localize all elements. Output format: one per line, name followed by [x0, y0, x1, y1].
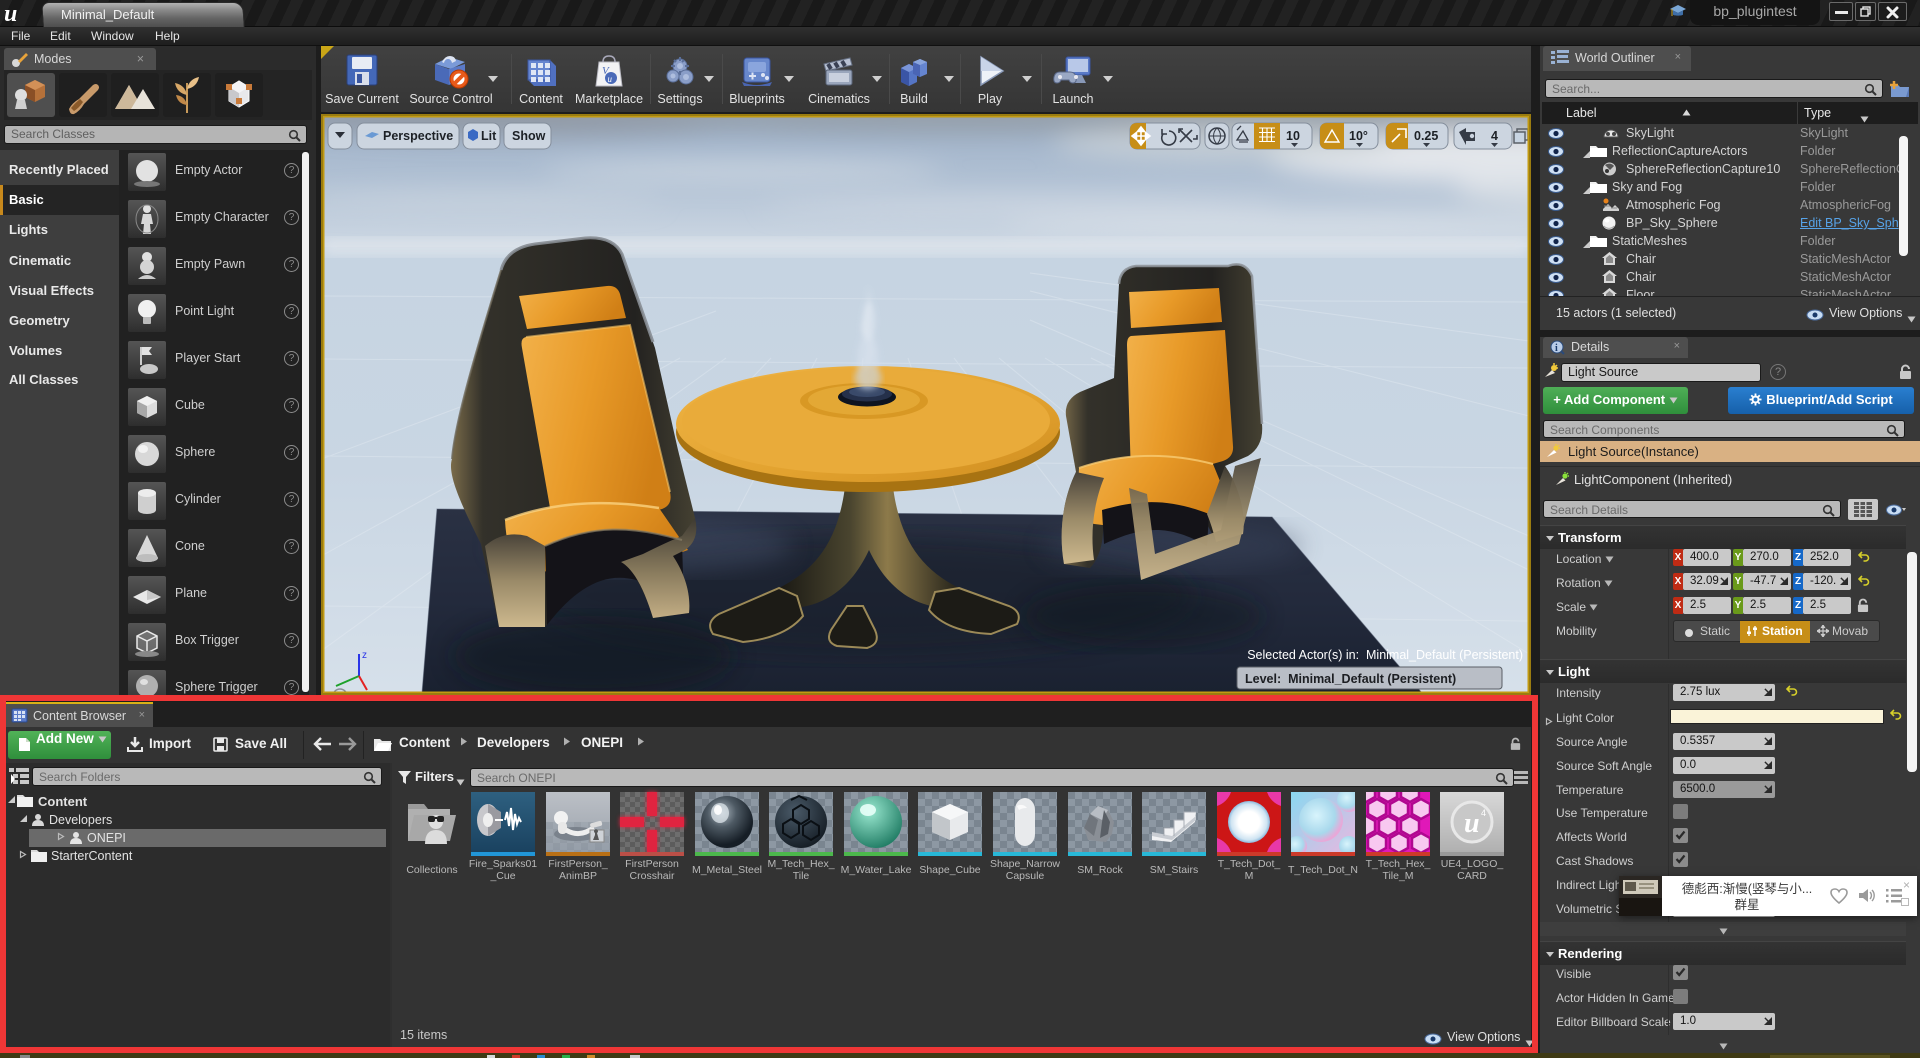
svg-text:Selected Actor(s) in: Minimal: Selected Actor(s) in: Minimal_Default (P…: [1247, 648, 1523, 662]
svg-text:0.25: 0.25: [1414, 129, 1438, 143]
svg-text:u: u: [1464, 808, 1480, 839]
svg-text:u: u: [4, 1, 17, 26]
svg-text:z: z: [362, 650, 367, 661]
svg-text:Show: Show: [512, 129, 546, 143]
svg-text:10: 10: [1286, 129, 1300, 143]
svg-text:4: 4: [1481, 808, 1486, 818]
svg-text:Level: Minimal_Default (Persi: Level: Minimal_Default (Persistent): [1245, 672, 1456, 686]
svg-text:u: u: [608, 74, 613, 84]
svg-text:10°: 10°: [1349, 129, 1368, 143]
svg-text:Perspective: Perspective: [383, 129, 453, 143]
svg-text:i: i: [1555, 343, 1558, 354]
svg-text:4: 4: [1491, 129, 1498, 143]
svg-text:Lit: Lit: [481, 129, 497, 143]
